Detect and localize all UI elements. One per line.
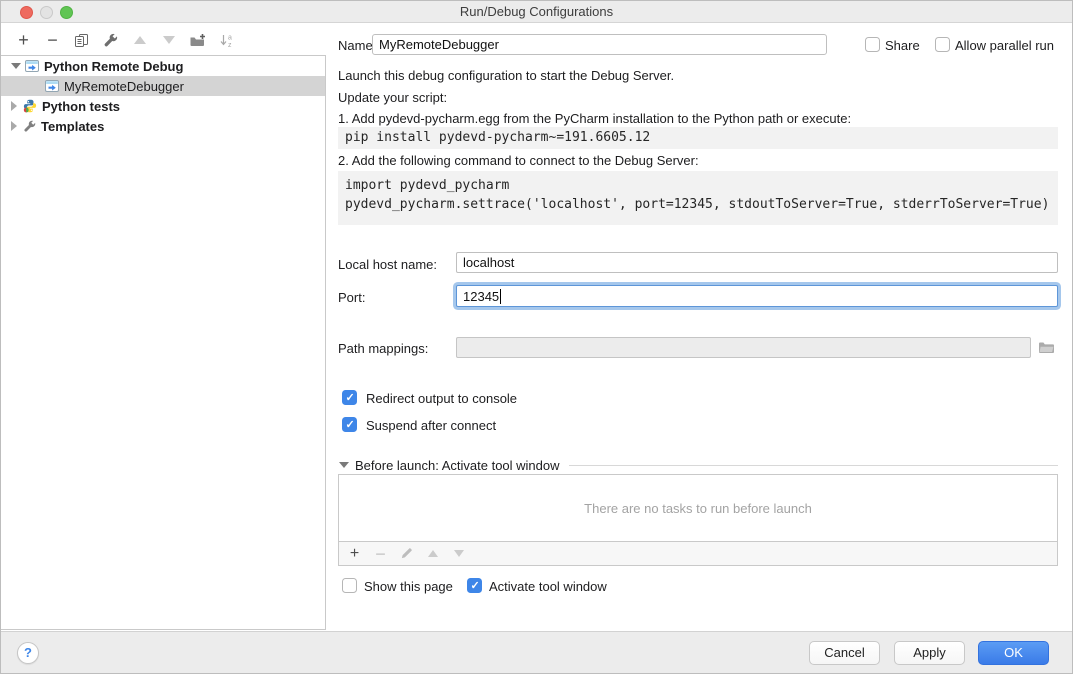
configurations-toolbar: + − az xyxy=(1,25,326,55)
browse-folder-icon[interactable] xyxy=(1038,341,1055,355)
suspend-after-connect-label: Suspend after connect xyxy=(366,418,496,433)
allow-parallel-run-label: Allow parallel run xyxy=(955,38,1054,53)
tree-item-templates[interactable]: Templates xyxy=(1,116,325,136)
name-label: Name: xyxy=(338,38,376,53)
titlebar: Run/Debug Configurations xyxy=(1,1,1072,23)
tree-item-python-remote-debug[interactable]: Python Remote Debug xyxy=(1,56,325,76)
section-divider xyxy=(569,465,1058,466)
settrace-code-line1: import pydevd_pycharm xyxy=(345,178,509,193)
local-host-name-input[interactable] xyxy=(456,252,1058,273)
run-debug-configurations-dialog: Run/Debug Configurations + − az Python R… xyxy=(0,0,1073,674)
python-tests-icon xyxy=(23,99,37,113)
share-checkbox[interactable] xyxy=(865,37,880,52)
remove-icon[interactable]: − xyxy=(373,546,388,561)
activate-tool-window-checkbox[interactable] xyxy=(467,578,482,593)
share-label: Share xyxy=(885,38,920,53)
ok-button[interactable]: OK xyxy=(978,641,1049,665)
port-input[interactable] xyxy=(456,285,1058,307)
settrace-code-line2: pydevd_pycharm.settrace('localhost', por… xyxy=(345,197,1049,212)
templates-icon xyxy=(23,120,36,133)
before-launch-task-list: There are no tasks to run before launch xyxy=(338,474,1058,542)
suspend-after-connect-checkbox[interactable] xyxy=(342,417,357,432)
svg-text:z: z xyxy=(228,42,232,48)
svg-text:a: a xyxy=(228,34,232,41)
window-title: Run/Debug Configurations xyxy=(1,1,1072,22)
path-mappings-label: Path mappings: xyxy=(338,341,428,356)
before-launch-title: Before launch: Activate tool window xyxy=(355,458,560,473)
zoom-window-button[interactable] xyxy=(60,6,73,19)
settrace-code: import pydevd_pycharm pydevd_pycharm.sett… xyxy=(338,171,1058,225)
tree-item-label: Python tests xyxy=(42,99,120,114)
path-mappings-field xyxy=(456,337,1031,358)
copy-icon[interactable] xyxy=(73,32,90,49)
redirect-output-label: Redirect output to console xyxy=(366,391,517,406)
move-up-icon[interactable] xyxy=(131,32,148,49)
sort-alphabetically-icon[interactable]: az xyxy=(218,32,235,49)
description-update: Update your script: xyxy=(338,90,447,105)
tree-item-label: Python Remote Debug xyxy=(44,59,183,74)
close-window-button[interactable] xyxy=(20,6,33,19)
description-step2: 2. Add the following command to connect … xyxy=(338,153,699,168)
chevron-right-icon[interactable] xyxy=(11,101,17,111)
chevron-right-icon[interactable] xyxy=(11,121,17,131)
name-input[interactable] xyxy=(372,34,827,55)
empty-tasks-text: There are no tasks to run before launch xyxy=(584,501,812,516)
text-caret xyxy=(500,289,501,304)
cancel-button[interactable]: Cancel xyxy=(809,641,880,665)
local-host-name-label: Local host name: xyxy=(338,257,437,272)
remote-debug-icon xyxy=(25,60,39,72)
move-down-icon[interactable] xyxy=(160,32,177,49)
show-this-page-label: Show this page xyxy=(364,579,453,594)
add-icon[interactable]: + xyxy=(15,32,32,49)
description-step1: 1. Add pydevd-pycharm.egg from the PyCha… xyxy=(338,111,851,126)
add-icon[interactable]: + xyxy=(347,546,362,561)
pip-install-code: pip install pydevd-pycharm~=191.6605.12 xyxy=(338,127,1058,149)
move-down-icon[interactable] xyxy=(451,546,466,561)
redirect-output-checkbox[interactable] xyxy=(342,390,357,405)
help-button[interactable]: ? xyxy=(17,642,39,664)
description-intro: Launch this debug configuration to start… xyxy=(338,68,674,83)
section-collapse-icon[interactable] xyxy=(339,462,349,468)
edit-templates-icon[interactable] xyxy=(102,32,119,49)
activate-tool-window-label: Activate tool window xyxy=(489,579,607,594)
new-folder-icon[interactable] xyxy=(189,32,206,49)
configurations-tree: Python Remote Debug MyRemoteDebugger Pyt… xyxy=(1,55,326,630)
allow-parallel-run-checkbox[interactable] xyxy=(935,37,950,52)
dialog-footer: ? Cancel Apply OK xyxy=(1,631,1072,674)
tree-item-label: MyRemoteDebugger xyxy=(64,79,184,94)
chevron-down-icon[interactable] xyxy=(11,63,21,69)
before-launch-toolbar: + − xyxy=(338,542,1058,566)
tree-item-label: Templates xyxy=(41,119,104,134)
port-label: Port: xyxy=(338,290,365,305)
move-up-icon[interactable] xyxy=(425,546,440,561)
minimize-window-button[interactable] xyxy=(40,6,53,19)
show-this-page-checkbox[interactable] xyxy=(342,578,357,593)
remove-icon[interactable]: − xyxy=(44,32,61,49)
tree-item-myremotedebugger[interactable]: MyRemoteDebugger xyxy=(1,76,325,96)
apply-button[interactable]: Apply xyxy=(894,641,965,665)
remote-debug-icon xyxy=(45,80,59,92)
tree-item-python-tests[interactable]: Python tests xyxy=(1,96,325,116)
edit-icon[interactable] xyxy=(399,546,414,561)
